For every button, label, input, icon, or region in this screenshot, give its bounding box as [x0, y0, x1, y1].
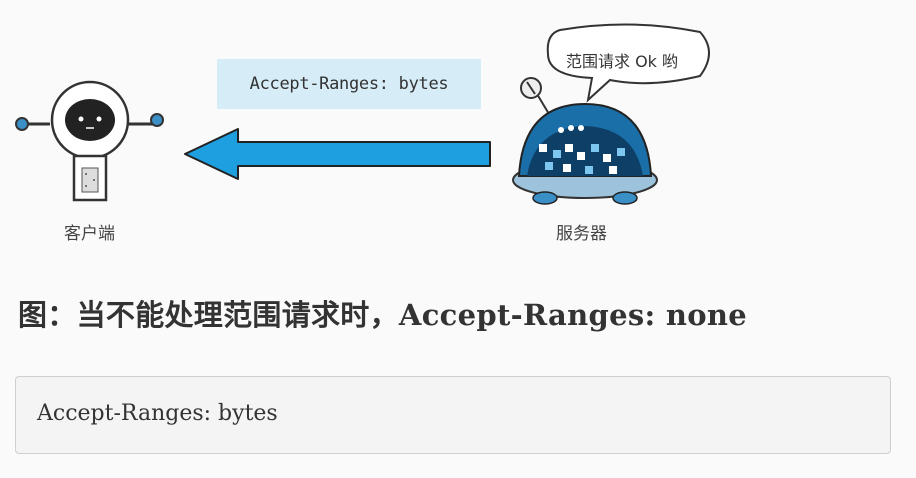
code-block: Accept-Ranges: bytes [15, 376, 891, 454]
left-arrow-icon [184, 128, 491, 180]
server-robot-icon [512, 77, 658, 205]
code-text: Accept-Ranges: bytes [37, 401, 278, 426]
server-label: 服务器 [556, 224, 607, 244]
response-header-label: Accept-Ranges: bytes [217, 59, 481, 109]
http-diagram: 客户端 Accept-Ranges: bytes 范围请求 Ok 哟 服务器 [0, 0, 916, 270]
figure-caption: 图：当不能处理范围请求时，Accept-Ranges: none [18, 298, 748, 332]
client-robot-icon [15, 80, 164, 202]
client-label: 客户端 [64, 224, 115, 244]
